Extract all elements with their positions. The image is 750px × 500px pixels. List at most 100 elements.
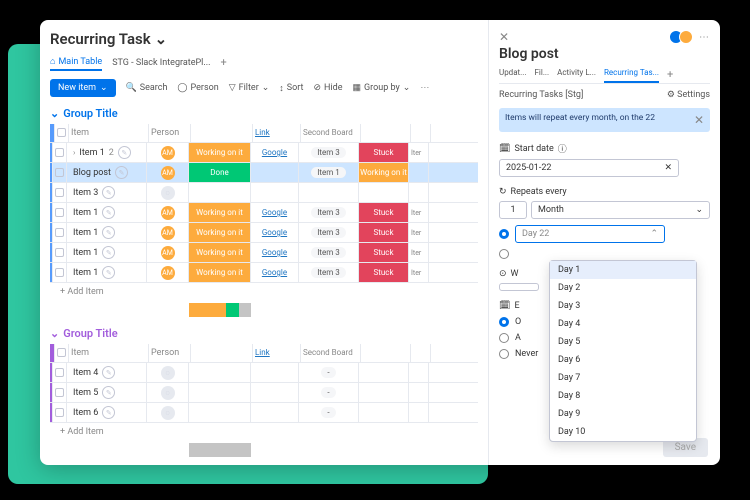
chat-icon[interactable]: ✎	[102, 206, 115, 219]
close-icon[interactable]: ✕	[499, 30, 509, 44]
status-cell[interactable]	[189, 183, 251, 202]
groupby-button[interactable]: ▦Group by⌄	[353, 83, 411, 93]
chat-icon[interactable]: ✎	[118, 146, 131, 159]
status-cell[interactable]: Working on it	[189, 243, 251, 262]
avatar-stack[interactable]	[673, 30, 693, 44]
new-item-button[interactable]: New item⌄	[50, 79, 116, 97]
table-row[interactable]: Item 4 ✎◌ -	[50, 363, 478, 383]
second-board-cell[interactable]: Item 1	[299, 163, 359, 182]
status-cell[interactable]	[189, 383, 251, 402]
item-name-cell[interactable]: Blog post ✎	[67, 163, 147, 182]
item-name-cell[interactable]: Item 4 ✎	[67, 363, 147, 382]
add-item-button[interactable]: + Add Item	[50, 283, 478, 301]
clear-icon[interactable]: ✕	[664, 163, 672, 173]
second-board-cell[interactable]	[299, 183, 359, 202]
day-option[interactable]: Day 5	[550, 333, 696, 351]
tab-stg-slack[interactable]: STG - Slack IntegratePl...	[112, 56, 210, 70]
start-date-input[interactable]: 2025-01-22✕	[499, 159, 679, 177]
day-option[interactable]: Day 8	[550, 387, 696, 405]
link-cell[interactable]: Google	[251, 243, 299, 262]
table-row[interactable]: Item 3 ✎◌	[50, 183, 478, 203]
item-more-menu[interactable]: ⋯	[699, 32, 710, 43]
day-option[interactable]: Day 1	[550, 261, 696, 279]
repeat-count-input[interactable]: 1	[499, 201, 527, 219]
chat-icon[interactable]: ✎	[115, 166, 128, 179]
second-board-cell[interactable]: Item 3	[299, 143, 359, 162]
item-name-cell[interactable]: Item 1 ✎	[67, 203, 147, 222]
day-option[interactable]: Day 2	[550, 279, 696, 297]
item-name-cell[interactable]: Item 1 ✎	[67, 263, 147, 282]
link-cell[interactable]: Google	[251, 203, 299, 222]
row-checkbox[interactable]	[55, 408, 64, 417]
row-checkbox[interactable]	[55, 148, 64, 157]
mirror-cell[interactable]: Stuck	[359, 223, 409, 242]
status-cell[interactable]: Working on it	[189, 223, 251, 242]
table-row[interactable]: Item 1 ✎AMWorking on itGoogleItem 3Stuck…	[50, 223, 478, 243]
chat-icon[interactable]: ✎	[102, 266, 115, 279]
more-menu[interactable]: ⋯	[420, 83, 430, 93]
person-cell[interactable]: AM	[147, 143, 189, 162]
radio-day-of-month[interactable]	[499, 229, 509, 239]
day-option[interactable]: Day 3	[550, 297, 696, 315]
person-cell[interactable]: AM	[147, 263, 189, 282]
mirror-cell[interactable]: Stuck	[359, 203, 409, 222]
table-row[interactable]: Blog post ✎AMDoneItem 1Working on it	[50, 163, 478, 183]
chat-icon[interactable]: ✎	[102, 226, 115, 239]
info-icon[interactable]: ⓘ	[558, 142, 567, 155]
person-cell[interactable]: ◌	[147, 363, 189, 382]
status-cell[interactable]: Done	[189, 163, 251, 182]
row-checkbox[interactable]	[55, 168, 64, 177]
day-option[interactable]: Day 4	[550, 315, 696, 333]
radio-alt[interactable]	[499, 249, 509, 259]
row-checkbox[interactable]	[55, 268, 64, 277]
filter-button[interactable]: ▽Filter⌄	[229, 83, 270, 93]
tab-files[interactable]: Fil...	[535, 68, 550, 83]
mirror-cell[interactable]: Stuck	[359, 243, 409, 262]
link-cell[interactable]	[251, 163, 299, 182]
item-name-cell[interactable]: Item 6 ✎	[67, 403, 147, 422]
group-title[interactable]: ⌄Group Title	[50, 327, 478, 340]
add-item-button[interactable]: + Add Item	[50, 423, 478, 441]
tab-main-table[interactable]: ⌂Main Table	[50, 54, 102, 71]
chat-icon[interactable]: ✎	[102, 406, 115, 419]
day-option[interactable]: Day 10	[550, 423, 696, 441]
add-tab-button[interactable]: +	[220, 56, 226, 69]
day-option[interactable]: Day 6	[550, 351, 696, 369]
row-checkbox[interactable]	[55, 208, 64, 217]
table-row[interactable]: Item 1 ✎AMWorking on itGoogleItem 3Stuck…	[50, 203, 478, 223]
row-checkbox[interactable]	[55, 228, 64, 237]
second-board-cell[interactable]: -	[299, 363, 359, 382]
repeat-unit-select[interactable]: Month⌄	[531, 201, 710, 219]
chat-icon[interactable]: ✎	[102, 366, 115, 379]
person-cell[interactable]: ◌	[147, 403, 189, 422]
second-board-cell[interactable]: Item 3	[299, 203, 359, 222]
chat-icon[interactable]: ✎	[102, 386, 115, 399]
table-row[interactable]: Item 1 ✎AMWorking on itGoogleItem 3Stuck…	[50, 243, 478, 263]
item-name-cell[interactable]: › Item 1 2 ✎	[67, 143, 147, 162]
second-board-cell[interactable]: -	[299, 383, 359, 402]
radio-end-on[interactable]	[499, 317, 509, 327]
radio-end-after[interactable]	[499, 333, 509, 343]
item-title[interactable]: Blog post	[499, 46, 710, 62]
status-cell[interactable]	[189, 403, 251, 422]
day-option[interactable]: Day 7	[550, 369, 696, 387]
item-name-cell[interactable]: Item 5 ✎	[67, 383, 147, 402]
row-checkbox[interactable]	[55, 248, 64, 257]
table-row[interactable]: › Item 1 2 ✎AMWorking on itGoogleItem 3S…	[50, 143, 478, 163]
hide-button[interactable]: ⊘Hide	[314, 83, 343, 93]
mirror-cell[interactable]: Stuck	[359, 263, 409, 282]
tab-recurring[interactable]: Recurring Tas...	[604, 68, 659, 83]
when-input[interactable]	[499, 283, 539, 291]
second-board-cell[interactable]: Item 3	[299, 243, 359, 262]
person-cell[interactable]: ◌	[147, 383, 189, 402]
second-board-cell[interactable]: Item 3	[299, 263, 359, 282]
tab-updates[interactable]: Updat...	[499, 68, 527, 83]
link-cell[interactable]	[251, 403, 299, 422]
mirror-cell[interactable]	[359, 383, 409, 402]
mirror-cell[interactable]: Stuck	[359, 143, 409, 162]
table-row[interactable]: Item 1 ✎AMWorking on itGoogleItem 3Stuck…	[50, 263, 478, 283]
person-cell[interactable]: ◌	[147, 183, 189, 202]
add-side-tab[interactable]: +	[667, 68, 673, 83]
group-title[interactable]: ⌄Group Title	[50, 107, 478, 120]
day-option[interactable]: Day 9	[550, 405, 696, 423]
